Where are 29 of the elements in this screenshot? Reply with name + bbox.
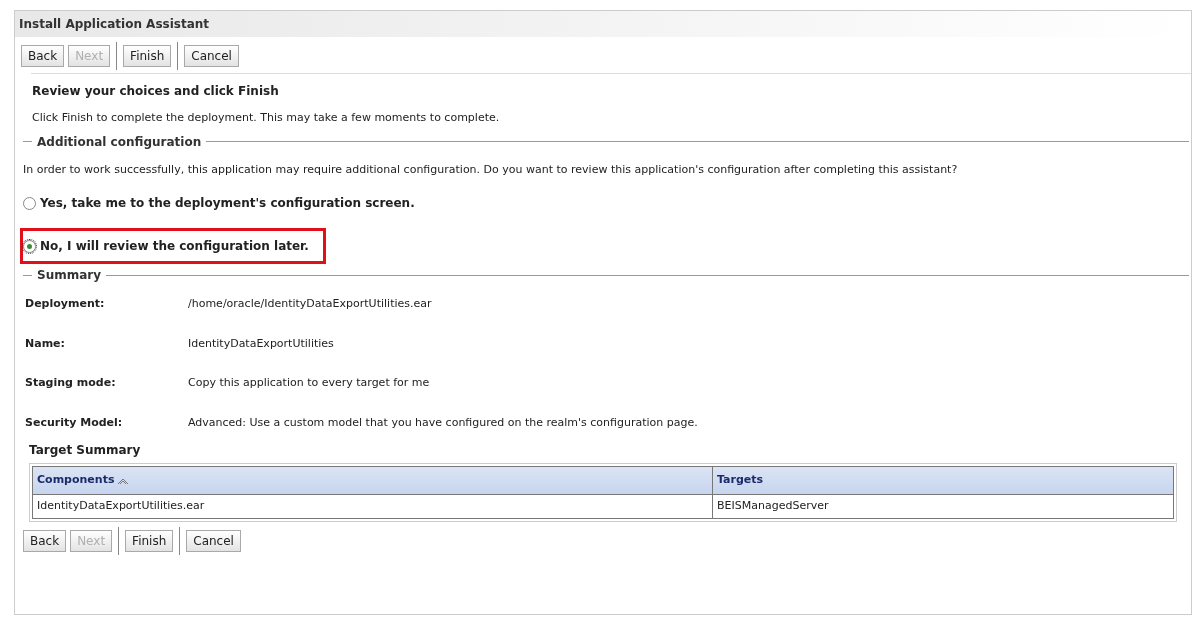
sort-icon[interactable] (117, 476, 130, 485)
wizard-button[interactable]: Back (23, 530, 67, 552)
field-label: Name: (25, 335, 66, 352)
field-label: Security Model: (25, 414, 124, 431)
section-title: Additional configuration (36, 133, 203, 151)
option-label: No, I will review the configuration later. (40, 238, 309, 255)
wizard-button[interactable]: Finish (125, 530, 174, 552)
table-title: Target Summary (29, 442, 142, 459)
field-value: Copy this application to every target for me (188, 375, 430, 391)
column-header[interactable]: Components (32, 466, 713, 495)
field-label: Deployment: (25, 296, 106, 312)
radio-button[interactable] (23, 239, 36, 253)
table-cell: BEISManagedServer (712, 494, 1174, 519)
field-value: Advanced: Use a custom model that you have configured on the realm's configuration page. (188, 414, 698, 431)
intro-text: Click Finish to complete the deployment. This may take a few moments to complete. (32, 110, 501, 126)
table-cell: IdentityDataExportUtilities.ear (32, 494, 713, 519)
section-title: Summary (36, 267, 103, 284)
field-value: /home/oracle/IdentityDataExportUtilities.ear (188, 296, 432, 312)
option-label: Yes, take me to the deployment's configuration screen. (40, 195, 415, 212)
question-text: In order to work successfully, this application may require additional configuration. Do you want to review this application's configuration after completing this assistant? (23, 161, 959, 178)
wizard-button[interactable]: Back (21, 45, 65, 67)
page-heading: Review your choices and click Finish (32, 83, 280, 100)
field-label: Staging mode: (25, 375, 117, 391)
column-header[interactable]: Targets (712, 466, 1174, 495)
wizard-button[interactable]: Cancel (186, 530, 241, 552)
wizard-button[interactable]: Cancel (184, 45, 239, 67)
wizard-button[interactable]: Finish (123, 45, 172, 67)
radio-button[interactable] (23, 196, 36, 210)
field-value: IdentityDataExportUtilities (188, 335, 334, 352)
